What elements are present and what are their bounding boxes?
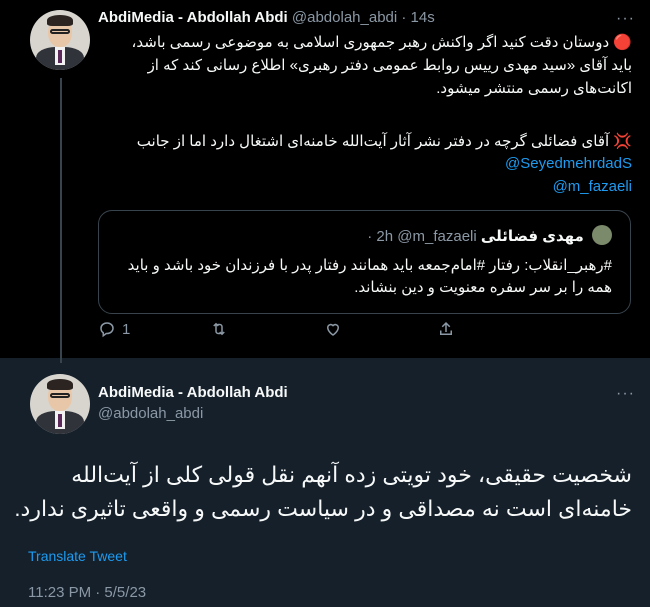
tweet-text: شخصیت حقیقی، خود تویتی زده آنهم نقل قولی… — [14, 462, 632, 521]
reply-count: 1 — [122, 320, 131, 338]
quoted-tweet-header: · 2h @m_fazaeli مهدی فضائلی — [367, 225, 612, 245]
share-button[interactable] — [437, 320, 455, 338]
quoted-tweet[interactable]: · 2h @m_fazaeli مهدی فضائلی #رهبر_انقلاب… — [98, 210, 631, 314]
share-icon — [440, 321, 452, 335]
avatar[interactable] — [30, 374, 90, 434]
handle[interactable]: @abdolah_abdi — [98, 405, 203, 422]
tweet-time[interactable]: · 14s — [401, 9, 434, 26]
quoted-avatar — [592, 225, 612, 245]
retweet-button[interactable] — [210, 320, 228, 338]
tweet-actions: 1 — [98, 320, 458, 344]
thread-line — [60, 78, 62, 363]
avatar[interactable] — [30, 10, 90, 70]
quoted-handle: @m_fazaeli — [397, 228, 477, 245]
reply-icon — [100, 322, 114, 338]
tweet-text-paragraph-2: 💢 آقای فضائلی گرچه در دفتر نشر آثار آیت‌… — [136, 133, 632, 150]
retweet-icon — [213, 322, 225, 336]
quoted-text: #رهبر_انقلاب: رفتار #امام‌جمعه باید همان… — [127, 257, 612, 296]
reply-button[interactable]: 1 — [98, 320, 130, 338]
like-icon — [326, 323, 340, 336]
more-icon[interactable]: ··· — [616, 10, 635, 28]
like-button[interactable] — [324, 320, 342, 338]
mention-link[interactable]: @SeyedmehrdadS — [505, 155, 632, 172]
mention-link[interactable]: @m_fazaeli — [553, 178, 632, 195]
more-icon[interactable]: ··· — [616, 385, 635, 403]
quoted-name: مهدی فضائلی — [480, 228, 584, 245]
tweet-timestamp[interactable]: 11:23 PM · 5/5/23 — [28, 584, 146, 601]
tweet-header: AbdiMedia - Abdollah Abdi @abdolah_abdi … — [98, 9, 435, 26]
quoted-time: · 2h — [367, 228, 394, 245]
display-name[interactable]: AbdiMedia - Abdollah Abdi — [98, 384, 288, 401]
translate-tweet-link[interactable]: Translate Tweet — [28, 548, 127, 564]
tweet-text-paragraph-1: 🔴 دوستان دقت کنید اگر واکنش رهبر جمهوری … — [131, 34, 632, 97]
display-name[interactable]: AbdiMedia - Abdollah Abdi — [98, 9, 288, 26]
handle[interactable]: @abdolah_abdi — [292, 9, 397, 26]
